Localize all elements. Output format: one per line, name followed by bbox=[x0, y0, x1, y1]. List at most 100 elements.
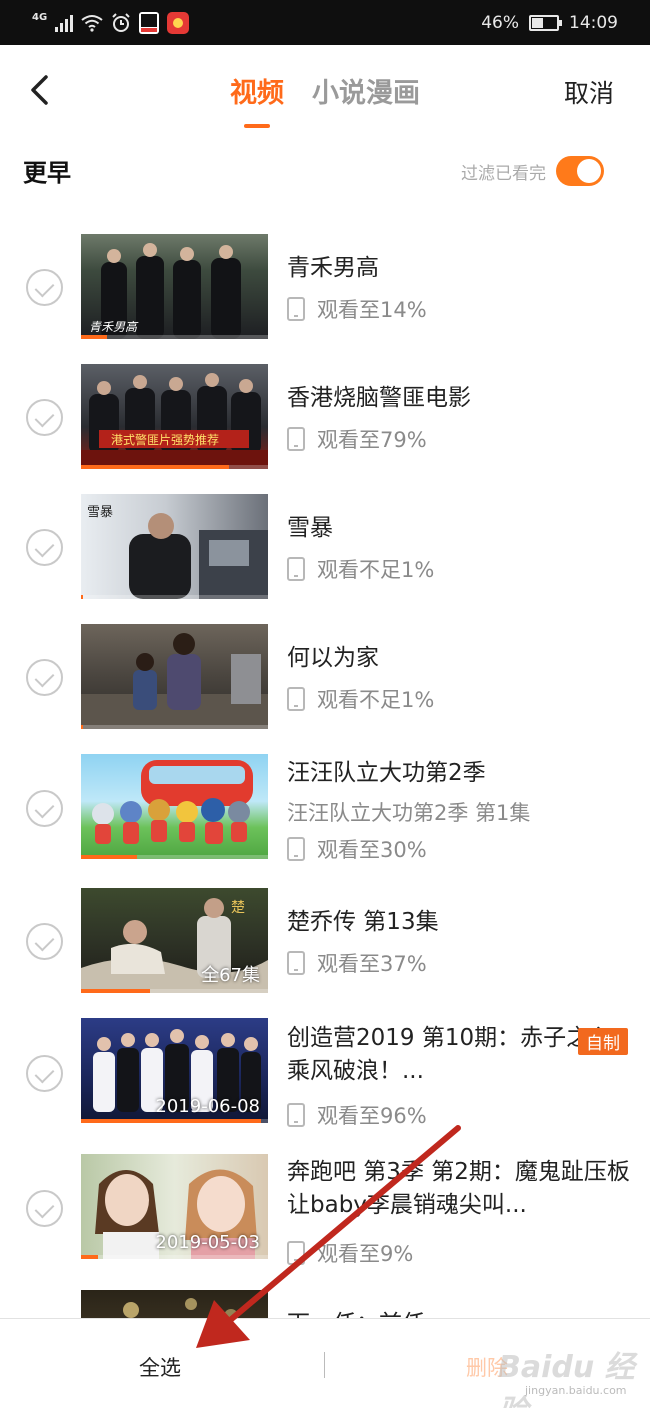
watermark: Baidu 经验 bbox=[498, 1350, 635, 1408]
watch-progress: 观看至79% bbox=[287, 424, 427, 454]
tablet-icon bbox=[287, 837, 305, 861]
poster-art-icon bbox=[81, 633, 268, 729]
watch-progress: 观看至9% bbox=[287, 1238, 413, 1268]
episode-count: 全67集 bbox=[201, 965, 260, 986]
filter-watched-toggle[interactable] bbox=[556, 156, 604, 186]
battery-icon bbox=[529, 15, 562, 31]
air-date: 2019-06-08 bbox=[155, 1096, 260, 1117]
video-title: 汪汪队立大功第2季 bbox=[287, 760, 486, 786]
tablet-icon bbox=[287, 951, 305, 975]
watch-progress-bar bbox=[81, 1255, 98, 1259]
watch-progress-bar bbox=[81, 855, 138, 859]
video-title: 雪暴 bbox=[287, 515, 333, 541]
progress-text: 观看至96% bbox=[317, 1104, 427, 1128]
filter-label: 过滤已看完 bbox=[461, 163, 546, 184]
episode-subtitle: 汪汪队立大功第2季 第1集 bbox=[287, 801, 531, 825]
watch-progress: 观看至14% bbox=[287, 294, 427, 324]
watch-progress-bar bbox=[81, 1119, 261, 1123]
video-thumbnail: 2019-05-03 bbox=[81, 1154, 268, 1259]
watch-progress: 观看至96% bbox=[287, 1100, 427, 1130]
list-item[interactable]: 雪暴 雪暴 观看不足1% bbox=[0, 492, 650, 622]
battery-percent: 46% bbox=[481, 13, 519, 33]
tablet-icon bbox=[287, 557, 305, 581]
list-item[interactable]: 何以为家 观看不足1% bbox=[0, 622, 650, 752]
video-thumbnail bbox=[81, 624, 268, 729]
original-badge: 自制 bbox=[578, 1028, 628, 1055]
select-checkbox[interactable] bbox=[26, 1190, 63, 1227]
poster-art-icon: 雪暴 bbox=[87, 505, 268, 599]
progress-text: 观看至79% bbox=[317, 428, 427, 452]
watch-progress: 观看不足1% bbox=[287, 554, 434, 584]
watermark-url: jingyan.baidu.com bbox=[525, 1384, 627, 1397]
video-thumbnail: 2019-06-08 bbox=[81, 1018, 268, 1123]
status-bar: 4G 46% 14:09 bbox=[0, 0, 650, 45]
app-notification-icon-2 bbox=[167, 12, 190, 34]
select-checkbox[interactable] bbox=[26, 923, 63, 960]
tablet-icon bbox=[287, 297, 305, 321]
list-item[interactable]: 2019-05-03 奔跑吧 第3季 第2期：魔鬼趾压板让baby李晨销魂尖叫.… bbox=[0, 1152, 650, 1292]
tab-bar: 视频 小说漫画 bbox=[0, 71, 650, 110]
app-notification-icon bbox=[139, 12, 160, 34]
cancel-button[interactable]: 取消 bbox=[564, 74, 614, 110]
bottom-action-bar: 全选 删除 Baidu 经验 jingyan.baidu.com bbox=[0, 1318, 650, 1408]
poster-art-icon bbox=[92, 760, 253, 844]
select-checkbox[interactable] bbox=[26, 399, 63, 436]
tablet-icon bbox=[287, 427, 305, 451]
filter-watched: 过滤已看完 bbox=[461, 156, 604, 186]
poster-art-icon: 青禾男高 bbox=[89, 243, 241, 339]
video-title: 奔跑吧 第3季 第2期：魔鬼趾压板让baby李晨销魂尖叫... bbox=[287, 1159, 630, 1218]
svg-text:楚: 楚 bbox=[231, 900, 245, 916]
video-thumbnail: 港式警匪片强势推荐 bbox=[81, 364, 268, 469]
watch-progress: 观看不足1% bbox=[287, 684, 434, 714]
select-all-button[interactable]: 全选 bbox=[139, 1352, 181, 1382]
video-title: 香港烧脑警匪电影 bbox=[287, 385, 471, 411]
watch-progress-bar bbox=[81, 725, 83, 729]
watch-progress-bar bbox=[81, 465, 229, 469]
clock: 14:09 bbox=[569, 13, 618, 33]
list-item[interactable]: 2019-06-08 创造营2019 第10期：赤子之心乘风破浪！... 自制 … bbox=[0, 1018, 650, 1148]
progress-text: 观看至14% bbox=[317, 298, 427, 322]
video-thumbnail: 青禾男高 bbox=[81, 234, 268, 339]
list-item[interactable]: 青禾男高 青禾男高 观看至14% bbox=[0, 232, 650, 362]
progress-text: 观看不足1% bbox=[317, 558, 435, 582]
select-checkbox[interactable] bbox=[26, 659, 63, 696]
watch-progress: 观看至37% bbox=[287, 948, 427, 978]
select-checkbox[interactable] bbox=[26, 529, 63, 566]
progress-text: 观看不足1% bbox=[317, 688, 435, 712]
progress-text: 观看至9% bbox=[317, 1242, 414, 1266]
watch-progress-bar bbox=[81, 989, 151, 993]
top-nav: 视频 小说漫画 取消 bbox=[0, 45, 650, 140]
svg-text:青禾男高: 青禾男高 bbox=[89, 320, 139, 334]
tab-video[interactable]: 视频 bbox=[230, 71, 284, 110]
status-icons-right: 46% 14:09 bbox=[481, 9, 618, 37]
video-title: 何以为家 bbox=[287, 645, 379, 671]
section-title: 更早 bbox=[23, 159, 71, 187]
divider bbox=[324, 1352, 325, 1378]
watch-progress-bar bbox=[81, 335, 108, 339]
status-icons-left: 4G bbox=[32, 9, 190, 37]
progress-text: 观看至30% bbox=[317, 838, 427, 862]
watch-progress-bar bbox=[81, 595, 83, 599]
video-title: 青禾男高 bbox=[287, 255, 379, 281]
tab-novel-comics[interactable]: 小说漫画 bbox=[312, 71, 420, 110]
signal-icon bbox=[55, 14, 74, 32]
list-item[interactable]: 楚 全67集 楚乔传 第13集 观看至37% bbox=[0, 886, 650, 1016]
watch-progress: 观看至30% bbox=[287, 834, 427, 864]
video-thumbnail: 雪暴 bbox=[81, 494, 268, 599]
video-title: 楚乔传 第13集 bbox=[287, 909, 439, 935]
wifi-icon bbox=[81, 15, 103, 32]
list-item[interactable]: 汪汪队立大功第2季 汪汪队立大功第2季 第1集 观看至30% bbox=[0, 752, 650, 902]
select-checkbox[interactable] bbox=[26, 790, 63, 827]
poster-art-icon: 港式警匪片强势推荐 bbox=[81, 373, 268, 469]
network-type: 4G bbox=[32, 11, 48, 23]
section-header: 更早 过滤已看完 bbox=[0, 140, 650, 202]
select-checkbox[interactable] bbox=[26, 269, 63, 306]
video-thumbnail: 楚 全67集 bbox=[81, 888, 268, 993]
list-item[interactable]: 港式警匪片强势推荐 香港烧脑警匪电影 观看至79% bbox=[0, 362, 650, 492]
progress-text: 观看至37% bbox=[317, 952, 427, 976]
tablet-icon bbox=[287, 1241, 305, 1265]
tablet-icon bbox=[287, 1103, 305, 1127]
select-checkbox[interactable] bbox=[26, 1055, 63, 1092]
alarm-icon bbox=[112, 13, 130, 32]
svg-text:雪暴: 雪暴 bbox=[87, 505, 113, 520]
